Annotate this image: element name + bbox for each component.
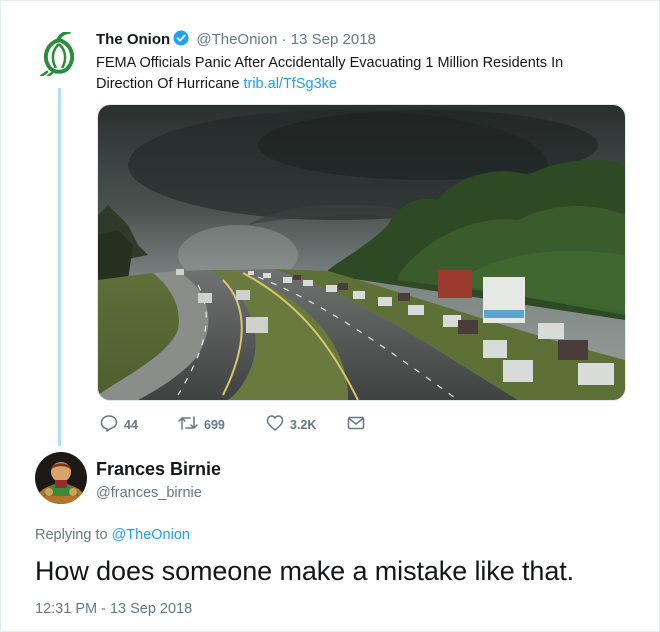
heart-icon: [266, 414, 284, 435]
reply-icon: [100, 414, 118, 435]
tweet-header: The Onion @TheOnion · 13 Sep 2018: [96, 30, 376, 50]
replying-to-link[interactable]: @TheOnion: [112, 527, 190, 543]
verified-badge-icon: [173, 30, 189, 50]
reply-author-name[interactable]: Frances Birnie: [96, 459, 221, 480]
reply-count: 44: [124, 417, 138, 432]
like-count: 3.2K: [290, 417, 317, 432]
direct-message-button[interactable]: [347, 414, 365, 435]
replying-prefix: Replying to: [35, 527, 108, 543]
tweet-media-photo[interactable]: [97, 104, 626, 401]
envelope-icon: [347, 414, 365, 435]
replying-to: Replying to @TheOnion: [35, 527, 190, 543]
display-name[interactable]: The Onion: [96, 31, 170, 48]
tweet-text: FEMA Officials Panic After Accidentally …: [96, 53, 616, 95]
retweet-icon: [178, 414, 198, 435]
tweet-date[interactable]: 13 Sep 2018: [291, 31, 376, 48]
onion-logo-icon[interactable]: [38, 30, 80, 78]
retweet-count: 699: [204, 417, 225, 432]
hurricane-highway-photo: [98, 105, 625, 400]
reply-text: How does someone make a mistake like tha…: [35, 556, 575, 586]
reply-button[interactable]: 44: [100, 414, 138, 435]
reply-timestamp[interactable]: 12:31 PM - 13 Sep 2018: [35, 601, 192, 617]
thread-connector-line: [58, 88, 61, 446]
tweet-link[interactable]: trib.al/TfSg3ke: [243, 76, 337, 92]
reply-author-handle[interactable]: @frances_birnie: [96, 485, 202, 501]
like-button[interactable]: 3.2K: [266, 414, 316, 435]
retweet-button[interactable]: 699: [178, 414, 225, 435]
handle[interactable]: @TheOnion: [196, 31, 277, 48]
separator: ·: [281, 31, 287, 48]
avatar[interactable]: [35, 452, 87, 504]
